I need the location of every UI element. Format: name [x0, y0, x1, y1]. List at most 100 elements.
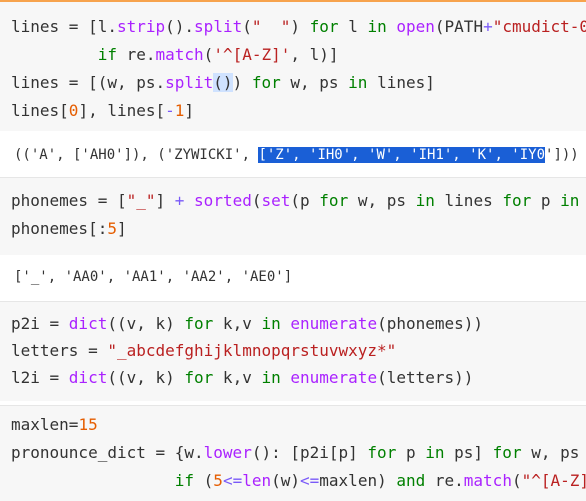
builtin-token: dict — [68, 368, 108, 387]
code-text: '])) — [545, 147, 579, 163]
code-text: (). — [165, 17, 195, 36]
operator-token: + — [483, 17, 493, 36]
code-cell-3[interactable]: p2i = dict((v, k) for k,v in enumerate(p… — [0, 301, 586, 401]
code-text: ) — [290, 17, 310, 36]
keyword-token: in — [425, 443, 445, 462]
code-text: ps — [579, 191, 586, 210]
code-text: ( — [203, 45, 214, 64]
code-line[interactable]: lines = [l.strip().split(" ") for l in o… — [11, 14, 586, 40]
keyword-token: for — [319, 191, 349, 210]
keyword-token: for — [367, 443, 397, 462]
keyword-token: for — [184, 368, 214, 387]
string-token: "_" — [126, 191, 156, 210]
code-text: p2i = — [11, 314, 69, 333]
builtin-token: dict — [68, 314, 108, 333]
code-text: phonemes[: — [11, 219, 108, 238]
output-line: ['_', 'AA0', 'AA1', 'AA2', 'AE0'] — [14, 265, 292, 289]
code-text: ((v, k) — [107, 314, 185, 333]
code-line[interactable]: phonemes = ["_"] + sorted(set(p for w, p… — [11, 188, 586, 214]
builtin-token: sorted — [194, 191, 252, 210]
code-text: (p — [290, 191, 320, 210]
code-text: ) — [232, 73, 252, 92]
code-line[interactable]: letters = "_abcdefghijklmnopqrstuvwxyz*" — [11, 338, 396, 364]
code-text: ((v, k) — [107, 368, 185, 387]
number-token: 15 — [78, 415, 98, 434]
code-text: re. — [425, 471, 464, 490]
keyword-token: and — [396, 471, 426, 490]
code-text: phonemes = [ — [11, 191, 127, 210]
code-text: k,v — [213, 314, 262, 333]
operator-token: <= — [222, 471, 243, 490]
code-text: ( — [511, 471, 522, 490]
number-token: 1 — [174, 101, 185, 120]
builtin-token: strip — [116, 17, 166, 36]
keyword-token: in — [367, 17, 387, 36]
code-text: (letters)) — [377, 368, 474, 387]
code-text: ps] — [444, 443, 493, 462]
keyword-token: for — [309, 17, 339, 36]
code-line[interactable]: lines[0], lines[-1] — [11, 98, 194, 124]
string-token: "cmudict-0.7 — [492, 17, 586, 36]
code-line[interactable]: lines = [(w, ps.split()) for w, ps in li… — [11, 70, 435, 96]
code-text: lines = [(w, ps. — [11, 73, 166, 92]
builtin-token: len — [242, 471, 272, 490]
keyword-token: for — [184, 314, 214, 333]
code-line[interactable]: if (5<=len(w)<=maxlen) and re.match("^[A… — [11, 468, 586, 494]
code-line[interactable]: if re.match('^[A-Z]', l)] — [11, 42, 339, 68]
code-text: maxlen) — [319, 471, 397, 490]
code-text: (): [p2i[p] — [251, 443, 368, 462]
code-line[interactable]: pronounce_dict = {w.lower(): [p2i[p] for… — [11, 440, 586, 466]
keyword-token: in — [415, 191, 435, 210]
code-text: ( — [194, 471, 214, 490]
code-text: ] — [116, 219, 127, 238]
code-cell-1[interactable]: lines = [l.strip().split(" ") for l in o… — [0, 0, 586, 131]
code-text: ['_', 'AA0', 'AA1', 'AA2', 'AE0'] — [14, 269, 293, 285]
builtin-token: match — [155, 45, 204, 64]
string-token: " " — [251, 17, 291, 36]
code-text: lines[ — [11, 101, 69, 120]
code-text: pronounce_dict = {w. — [11, 443, 204, 462]
code-text: ] — [184, 101, 195, 120]
code-text: l2i = — [11, 368, 69, 387]
code-line[interactable]: l2i = dict((v, k) for k,v in enumerate(l… — [11, 365, 473, 391]
operator-token: - — [165, 101, 175, 120]
code-text: maxlen= — [11, 415, 79, 434]
code-text: l — [338, 17, 368, 36]
code-text: ] — [155, 191, 175, 210]
code-text: ], lines[ — [78, 101, 166, 120]
keyword-token: in — [261, 314, 281, 333]
keyword-token: for — [492, 443, 522, 462]
code-text: p — [396, 443, 426, 462]
code-text: (PATH — [434, 17, 484, 36]
code-cell-2[interactable]: phonemes = ["_"] + sorted(set(p for w, p… — [0, 177, 586, 256]
number-token: 0 — [68, 101, 79, 120]
code-text: lines = [l. — [11, 17, 117, 36]
code-line[interactable]: len(pronounce_dict) — [11, 496, 194, 501]
code-line[interactable]: maxlen=15 — [11, 412, 98, 438]
builtin-token: split — [165, 73, 214, 92]
number-token: 5 — [107, 219, 117, 238]
code-cell-4[interactable]: maxlen=15 pronounce_dict = {w.lower(): [… — [0, 405, 586, 501]
code-text: lines — [434, 191, 503, 210]
keyword-token: in — [348, 73, 368, 92]
code-line[interactable]: phonemes[:5] — [11, 216, 127, 242]
builtin-token: enumerate — [290, 314, 378, 333]
builtin-token: lower — [203, 443, 252, 462]
keyword-token: in — [261, 368, 281, 387]
code-text: w, ps — [280, 73, 349, 92]
keyword-token: in — [560, 191, 580, 210]
string-token: "^[A-Z]+$ — [521, 471, 586, 490]
string-token: "_abcdefghijklmnopqrstuvwxyz*" — [107, 341, 397, 360]
code-text: p — [531, 191, 561, 210]
code-text: letters = — [11, 341, 108, 360]
output-area-2: ['_', 'AA0', 'AA1', 'AA2', 'AE0'] — [0, 255, 586, 301]
code-text: w, ps — [521, 443, 586, 462]
code-text: (('A', ['AH0']), ('ZYWICKI', — [14, 147, 259, 163]
keyword-token: for — [251, 73, 281, 92]
builtin-token: split — [194, 17, 243, 36]
code-line[interactable]: p2i = dict((v, k) for k,v in enumerate(p… — [11, 311, 483, 337]
